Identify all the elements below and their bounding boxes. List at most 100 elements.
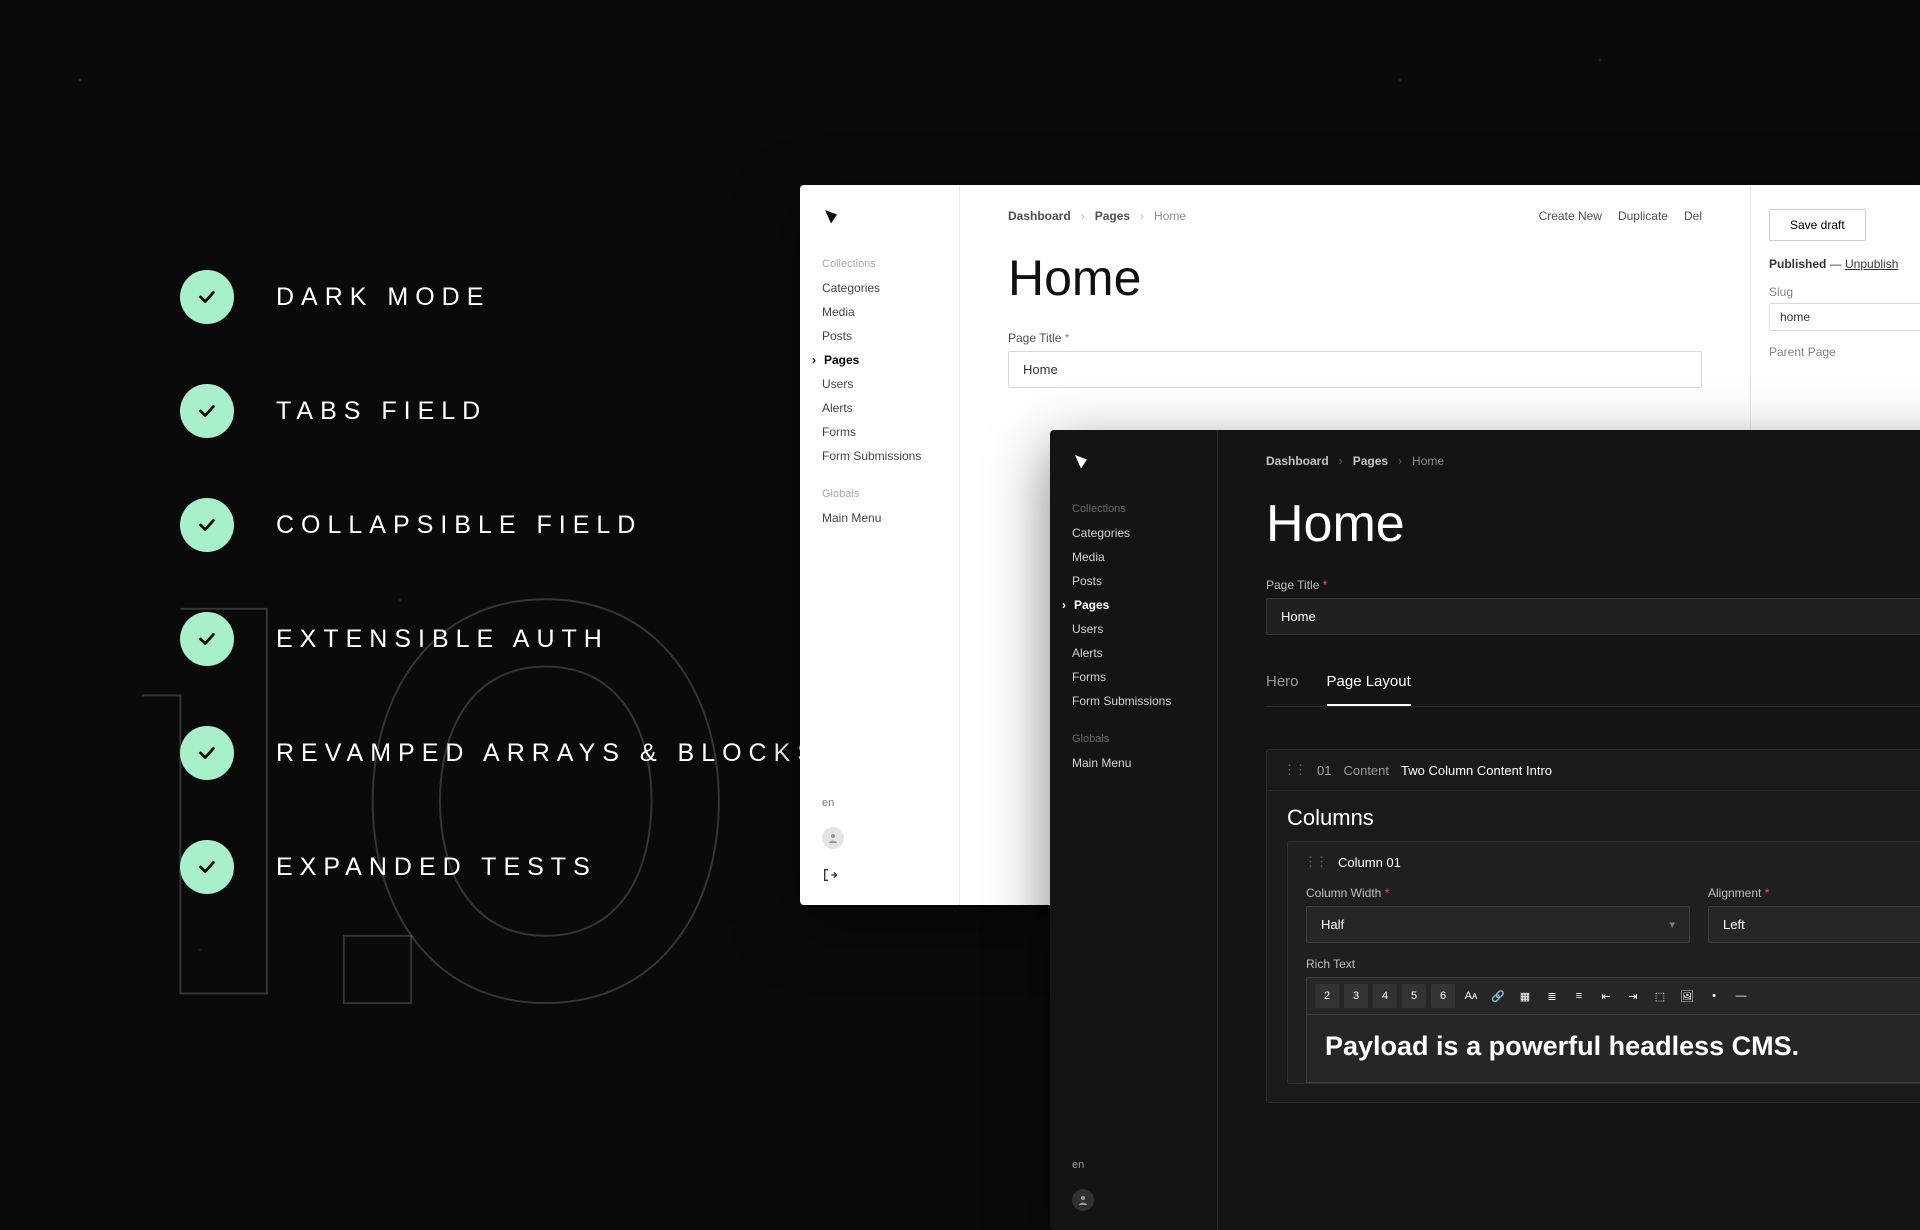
slug-input[interactable] xyxy=(1769,303,1920,331)
sidebar-item-users[interactable]: Users xyxy=(800,372,959,396)
drag-handle-icon[interactable]: ⋮⋮ xyxy=(1283,762,1305,778)
logo-icon xyxy=(1050,452,1217,497)
check-icon xyxy=(180,726,234,780)
tab-hero[interactable]: Hero xyxy=(1266,663,1299,706)
page-title: Home xyxy=(1266,494,1920,554)
feature-item: COLLAPSIBLE FIELD xyxy=(180,498,821,552)
sidebar-section-collections: Collections xyxy=(1050,497,1217,521)
main-content: Dashboard › Pages › Home Home Page Title… xyxy=(1218,430,1920,1230)
page-title-field-label: Page Title xyxy=(1266,578,1920,592)
breadcrumb: Dashboard › Pages › Home xyxy=(1008,209,1186,223)
rich-text-editor[interactable]: Payload is a powerful headless CMS. xyxy=(1306,1014,1920,1083)
breadcrumb-current: Home xyxy=(1412,454,1444,468)
sidebar-item-pages[interactable]: Pages xyxy=(800,348,959,372)
sidebar-section-collections: Collections xyxy=(800,252,959,276)
sidebar-item-forms[interactable]: Forms xyxy=(1050,665,1217,689)
sidebar-item-categories[interactable]: Categories xyxy=(800,276,959,300)
sidebar: Collections Categories Media Posts Pages… xyxy=(800,185,960,905)
sidebar-item-alerts[interactable]: Alerts xyxy=(1050,641,1217,665)
unpublish-link[interactable]: Unpublish xyxy=(1845,257,1898,271)
feature-label: COLLAPSIBLE FIELD xyxy=(276,511,642,540)
create-new-link[interactable]: Create New xyxy=(1539,209,1602,223)
sidebar-section-globals: Globals xyxy=(1050,727,1217,751)
check-icon xyxy=(180,840,234,894)
page-title: Home xyxy=(1008,249,1702,307)
language-selector[interactable]: en xyxy=(822,797,937,809)
alignment-label: Alignment xyxy=(1708,886,1920,900)
divider-icon[interactable]: • xyxy=(1703,984,1725,1008)
rich-text-label: Rich Text xyxy=(1306,957,1920,971)
page-title-input[interactable] xyxy=(1008,351,1702,388)
heading-3-button[interactable]: 3 xyxy=(1344,984,1368,1008)
drag-handle-icon[interactable]: ⋮⋮ xyxy=(1304,854,1326,870)
tabs: Hero Page Layout xyxy=(1266,663,1920,707)
feature-label: EXTENSIBLE AUTH xyxy=(276,625,609,654)
indent-icon[interactable]: ⇥ xyxy=(1622,984,1644,1008)
heading-5-button[interactable]: 5 xyxy=(1402,984,1426,1008)
sidebar-item-form-submissions[interactable]: Form Submissions xyxy=(800,444,959,468)
feature-label: DARK MODE xyxy=(276,283,490,312)
tab-page-layout[interactable]: Page Layout xyxy=(1327,663,1411,706)
breadcrumb-pages[interactable]: Pages xyxy=(1353,454,1388,468)
chevron-right-icon: › xyxy=(1140,209,1144,223)
upload-icon[interactable]: ⬚ xyxy=(1649,984,1671,1008)
feature-label: EXPANDED TESTS xyxy=(276,853,597,882)
column-label: Column 01 xyxy=(1338,855,1401,870)
sidebar-item-pages[interactable]: Pages xyxy=(1050,593,1217,617)
heading-4-button[interactable]: 4 xyxy=(1373,984,1397,1008)
sidebar-item-main-menu[interactable]: Main Menu xyxy=(800,506,959,530)
image-icon[interactable]: 🖼 xyxy=(1676,984,1698,1008)
column-width-label: Column Width xyxy=(1306,886,1690,900)
feature-item: REVAMPED ARRAYS & BLOCKS xyxy=(180,726,821,780)
sidebar-item-media[interactable]: Media xyxy=(800,300,959,324)
outdent-icon[interactable]: ⇤ xyxy=(1595,984,1617,1008)
column-block: ⋮⋮ Column 01 ⋯ ˄ Column Width Half ▾ xyxy=(1287,841,1920,1084)
table-icon[interactable]: ▦ xyxy=(1514,984,1536,1008)
delete-link[interactable]: Del xyxy=(1684,209,1702,223)
breadcrumb-pages[interactable]: Pages xyxy=(1095,209,1130,223)
sidebar-item-alerts[interactable]: Alerts xyxy=(800,396,959,420)
sidebar-item-posts[interactable]: Posts xyxy=(800,324,959,348)
check-icon xyxy=(180,612,234,666)
logout-icon[interactable] xyxy=(822,867,937,886)
sidebar-item-media[interactable]: Media xyxy=(1050,545,1217,569)
sidebar-item-users[interactable]: Users xyxy=(1050,617,1217,641)
heading-6-button[interactable]: 6 xyxy=(1431,984,1455,1008)
breadcrumb-dashboard[interactable]: Dashboard xyxy=(1008,209,1071,223)
save-draft-button[interactable]: Save draft xyxy=(1769,209,1866,241)
sidebar-item-categories[interactable]: Categories xyxy=(1050,521,1217,545)
bullet-list-icon[interactable]: ≣ xyxy=(1541,984,1563,1008)
slug-label: Slug xyxy=(1769,285,1920,299)
hr-icon[interactable]: — xyxy=(1730,984,1752,1008)
sidebar-item-main-menu[interactable]: Main Menu xyxy=(1050,751,1217,775)
publish-status: Published — Unpublish xyxy=(1769,257,1920,271)
sidebar-item-form-submissions[interactable]: Form Submissions xyxy=(1050,689,1217,713)
feature-label: TABS FIELD xyxy=(276,397,487,426)
sidebar-item-posts[interactable]: Posts xyxy=(1050,569,1217,593)
chevron-right-icon: › xyxy=(1339,454,1343,468)
sidebar-section-globals: Globals xyxy=(800,482,959,506)
chevron-down-icon: ▾ xyxy=(1669,918,1675,931)
columns-heading: Columns xyxy=(1287,805,1374,831)
page-title-input[interactable] xyxy=(1266,598,1920,635)
user-avatar-icon[interactable] xyxy=(1072,1189,1094,1211)
feature-item: TABS FIELD xyxy=(180,384,821,438)
font-size-icon[interactable]: Aᴀ xyxy=(1460,984,1482,1008)
ordered-list-icon[interactable]: ≡ xyxy=(1568,984,1590,1008)
language-selector[interactable]: en xyxy=(1072,1159,1195,1171)
alignment-select[interactable]: Left ▾ xyxy=(1708,906,1920,943)
column-width-select[interactable]: Half ▾ xyxy=(1306,906,1690,943)
block-number: 01 xyxy=(1317,763,1331,778)
link-icon[interactable]: 🔗 xyxy=(1487,984,1509,1008)
user-avatar-icon[interactable] xyxy=(822,827,844,849)
sidebar: Collections Categories Media Posts Pages… xyxy=(1050,430,1218,1230)
rich-text-content: Payload is a powerful headless CMS. xyxy=(1325,1031,1920,1062)
duplicate-link[interactable]: Duplicate xyxy=(1618,209,1668,223)
content-block: ⋮⋮ 01 Content Two Column Content Intro ⋯… xyxy=(1266,749,1920,1103)
feature-list: DARK MODE TABS FIELD COLLAPSIBLE FIELD E… xyxy=(180,270,821,894)
sidebar-item-forms[interactable]: Forms xyxy=(800,420,959,444)
heading-2-button[interactable]: 2 xyxy=(1315,984,1339,1008)
top-actions: Create New Duplicate Del xyxy=(1539,209,1702,223)
breadcrumb-current: Home xyxy=(1154,209,1186,223)
breadcrumb-dashboard[interactable]: Dashboard xyxy=(1266,454,1329,468)
